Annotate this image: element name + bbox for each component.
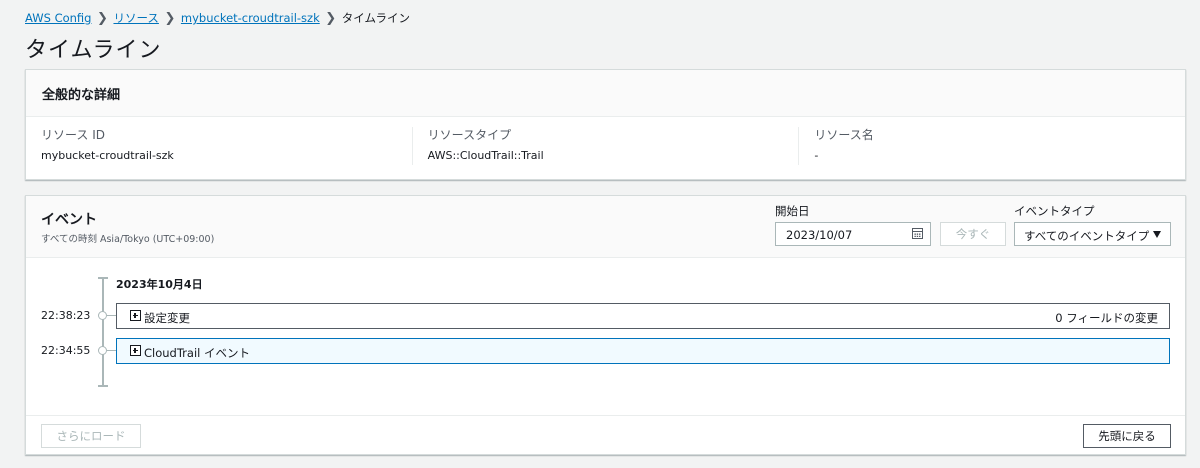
event-time: 22:38:23 — [41, 309, 91, 322]
event-card-cloudtrail-event[interactable]: CloudTrail イベント — [116, 338, 1170, 364]
chevron-right-icon: ❯ — [97, 10, 108, 26]
breadcrumb-link-resources[interactable]: リソース — [113, 10, 158, 26]
timeline-line — [102, 277, 104, 387]
caret-down-icon — [1153, 231, 1161, 238]
now-button[interactable]: 今すぐ — [940, 222, 1006, 246]
event-time: 22:34:55 — [41, 344, 91, 357]
chevron-right-icon: ❯ — [325, 10, 337, 26]
timeline-cap-bottom — [98, 385, 108, 387]
event-card-config-change[interactable]: 設定変更 0 フィールドの変更 — [116, 303, 1170, 329]
timeline-date-group: 2023年10月4日 — [116, 278, 203, 291]
load-more-button[interactable]: さらにロード — [41, 424, 141, 448]
details-grid: リソース ID mybucket-croudtrail-szk リソースタイプ … — [26, 117, 1185, 165]
resource-id-label: リソース ID — [41, 128, 105, 142]
general-details-header: 全般的な詳細 — [26, 70, 1185, 117]
expand-icon[interactable] — [130, 310, 141, 321]
timeline-dot — [98, 311, 107, 320]
start-date-value: 2023/10/07 — [786, 228, 853, 242]
general-details-panel: 全般的な詳細 リソース ID mybucket-croudtrail-szk リ… — [25, 69, 1186, 180]
resource-name-label: リソース名 — [814, 128, 874, 142]
events-header: イベント すべての時刻 Asia/Tokyo (UTC+09:00) 開始日 2… — [26, 196, 1185, 258]
resource-type-field: リソースタイプ AWS::CloudTrail::Trail — [411, 127, 799, 165]
events-title: イベント — [41, 212, 97, 228]
breadcrumb-link-resource[interactable]: mybucket-croudtrail-szk — [181, 11, 320, 25]
resource-id-value: mybucket-croudtrail-szk — [41, 149, 174, 162]
resource-name-value: - — [814, 149, 819, 162]
event-label: CloudTrail イベント — [144, 346, 251, 360]
expand-icon[interactable] — [130, 345, 141, 356]
event-type-label: イベントタイプ — [1014, 204, 1095, 218]
event-field-change-count: 0 フィールドの変更 — [1055, 311, 1158, 325]
general-details-title: 全般的な詳細 — [42, 88, 121, 103]
breadcrumb: AWS Config ❯ リソース ❯ mybucket-croudtrail-… — [25, 10, 410, 26]
event-type-value: すべてのイベントタイプ — [1024, 229, 1150, 243]
resource-type-value: AWS::CloudTrail::Trail — [427, 149, 544, 162]
events-timezone: すべての時刻 Asia/Tokyo (UTC+09:00) — [41, 234, 215, 245]
timeline-dot — [98, 346, 107, 355]
event-label: 設定変更 — [144, 311, 190, 325]
breadcrumb-current: タイムライン — [341, 11, 410, 25]
chevron-right-icon: ❯ — [164, 10, 176, 26]
resource-type-label: リソースタイプ — [427, 128, 512, 142]
events-panel: イベント すべての時刻 Asia/Tokyo (UTC+09:00) 開始日 2… — [25, 195, 1186, 455]
start-date-input[interactable]: 2023/10/07 — [775, 222, 931, 246]
start-date-label: 開始日 — [775, 204, 810, 218]
page-title: タイムライン — [25, 38, 162, 63]
calendar-icon[interactable] — [912, 228, 923, 239]
timeline-cap-top — [98, 277, 108, 279]
resource-id-field: リソース ID mybucket-croudtrail-szk — [26, 127, 412, 165]
back-to-top-button[interactable]: 先頭に戻る — [1083, 424, 1171, 448]
resource-name-field: リソース名 - — [798, 127, 1185, 165]
breadcrumb-link-aws-config[interactable]: AWS Config — [25, 11, 91, 25]
timeline: 2023年10月4日 22:38:23 設定変更 0 フィールドの変更 22:3… — [26, 258, 1185, 416]
event-type-select[interactable]: すべてのイベントタイプ — [1014, 222, 1171, 246]
